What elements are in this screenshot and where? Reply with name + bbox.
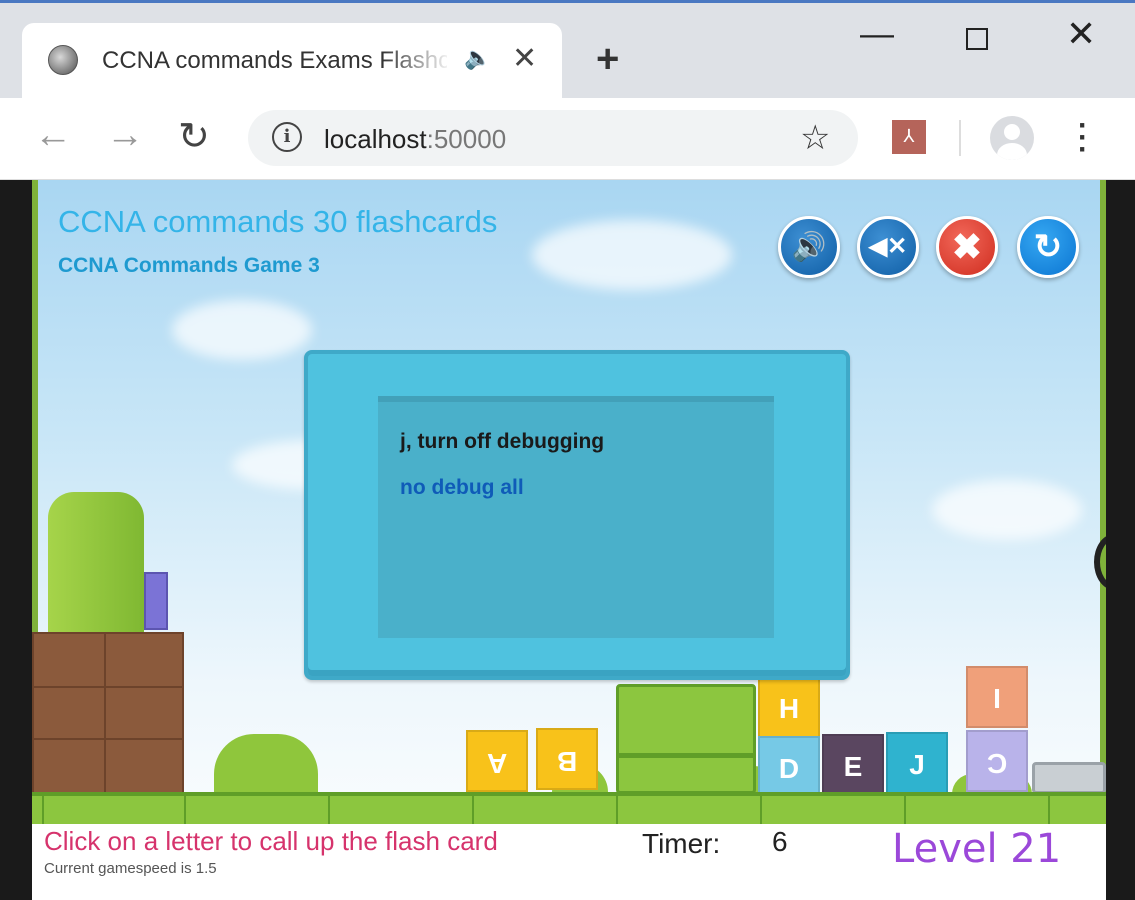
letter-tile-a[interactable]: A	[466, 730, 528, 792]
letter-label: H	[778, 693, 800, 724]
letter-tile-h[interactable]: H	[758, 676, 820, 738]
url-port: :50000	[426, 124, 507, 154]
forward-arrow-icon[interactable]: →	[106, 114, 144, 157]
letter-label: C	[986, 748, 1008, 779]
level-indicator: Level 21	[892, 826, 1062, 872]
gamespeed-text: Current gamespeed is 1.5	[44, 860, 217, 877]
flashcard-question: j, turn off debugging	[400, 430, 605, 453]
grey-block	[1032, 762, 1106, 794]
purple-tile	[144, 572, 168, 630]
ground-strip	[32, 792, 1106, 824]
timer-label: Timer:	[642, 828, 721, 859]
tab-strip: CCNA commands Exams Flashcards 🔈 ✕ + — ✕	[0, 0, 1135, 103]
tall-bush	[48, 492, 144, 634]
back-arrow-icon[interactable]: ←	[34, 114, 72, 157]
pdf-extension-icon[interactable]: ⅄	[892, 120, 926, 154]
page-viewport: CCNA commands 30 flashcards CCNA Command…	[0, 180, 1135, 900]
flashcard-answer: no debug all	[400, 476, 524, 499]
letter-label: D	[778, 753, 800, 784]
toolbar-separator	[959, 120, 961, 156]
game-canvas[interactable]: CCNA commands 30 flashcards CCNA Command…	[32, 180, 1106, 900]
window-close-icon[interactable]: ✕	[1066, 13, 1096, 55]
grass-block	[616, 684, 756, 794]
game-subtitle: CCNA Commands Game 3	[58, 254, 320, 277]
restart-button[interactable]: ↻	[1017, 216, 1079, 278]
new-tab-button[interactable]: +	[596, 39, 619, 79]
flashcard-panel[interactable]: j, turn off debugging no debug all	[304, 350, 850, 680]
letter-tile-b[interactable]: B	[536, 728, 598, 790]
info-icon[interactable]: i	[272, 122, 302, 152]
instruction-message: Click on a letter to call up the flash c…	[44, 826, 498, 856]
browser-toolbar: ← → ↻ i localhost:50000 ☆ ⅄ · · ·	[0, 98, 1135, 180]
letter-tile-c[interactable]: C	[966, 730, 1028, 792]
tab-close-icon[interactable]: ✕	[512, 41, 537, 76]
letter-label: E	[843, 751, 863, 782]
address-bar[interactable]: i localhost:50000 ☆	[248, 110, 858, 166]
timer-value: 6	[772, 826, 788, 857]
speaker-icon[interactable]: 🔈	[464, 45, 491, 71]
letter-label: A	[486, 748, 508, 779]
close-game-button[interactable]: ✖	[936, 216, 998, 278]
bush	[214, 734, 318, 794]
profile-avatar-icon[interactable]	[990, 116, 1034, 160]
letter-label: B	[556, 746, 578, 777]
url-host: localhost	[324, 124, 427, 154]
wooden-crate	[32, 632, 184, 794]
maximize-icon[interactable]	[966, 28, 988, 50]
browser-tab[interactable]: CCNA commands Exams Flashcards 🔈 ✕	[22, 23, 562, 103]
url-text[interactable]: localhost:50000	[324, 124, 506, 155]
letter-label: J	[909, 749, 925, 780]
letter-label: I	[993, 683, 1001, 714]
game-title: CCNA commands 30 flashcards	[58, 204, 498, 239]
flashcard-content: j, turn off debugging no debug all	[378, 396, 774, 638]
tab-title-fade	[382, 39, 452, 79]
right-vine	[1100, 180, 1106, 820]
letter-tile-d[interactable]: D	[758, 736, 820, 798]
letter-tile-e[interactable]: E	[822, 734, 884, 796]
sound-on-button[interactable]: 🔊	[778, 216, 840, 278]
letter-tile-j[interactable]: J	[886, 732, 948, 794]
browser-window: CCNA commands Exams Flashcards 🔈 ✕ + — ✕…	[0, 0, 1135, 900]
mute-button[interactable]: ◀✕	[857, 216, 919, 278]
status-bar: Click on a letter to call up the flash c…	[32, 824, 1106, 900]
minimize-icon[interactable]: —	[860, 15, 894, 54]
bookmark-star-icon[interactable]: ☆	[800, 118, 830, 158]
globe-favicon-icon	[48, 45, 78, 75]
reload-icon[interactable]: ↻	[178, 114, 210, 159]
kebab-menu-icon[interactable]: · · ·	[1076, 111, 1090, 165]
right-handle	[1094, 534, 1106, 590]
letter-tile-i[interactable]: I	[966, 666, 1028, 728]
